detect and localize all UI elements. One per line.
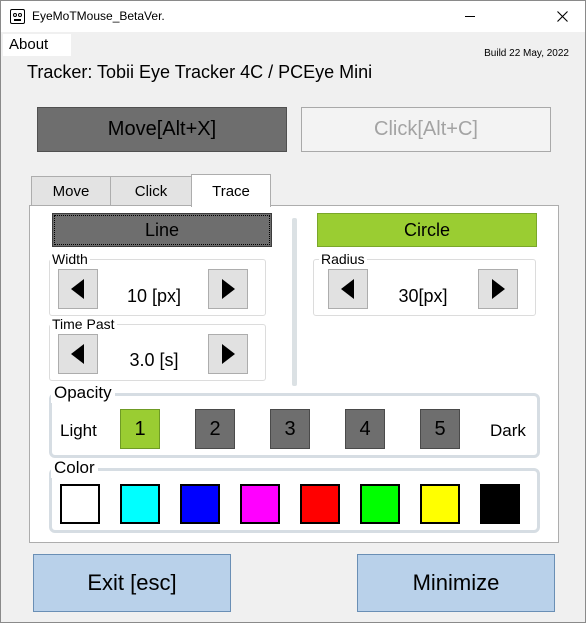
arrow-left-icon [71,279,84,299]
width-decrease-button[interactable] [58,269,98,309]
arrow-left-icon [71,344,84,364]
time-past-label: Time Past [50,316,117,332]
arrow-left-icon [341,279,354,299]
build-info: Build 22 May, 2022 [484,48,569,59]
time-past-value: 3.0 [s] [129,350,179,370]
exit-button[interactable]: Exit [esc] [33,554,231,612]
width-value: 10 [px] [126,286,182,306]
opacity-5-button[interactable]: 5 [420,409,460,449]
opacity-dark-label: Dark [490,421,526,440]
arrow-right-icon [222,344,235,364]
opacity-2-button[interactable]: 2 [195,409,235,449]
color-swatch-blue[interactable] [180,484,220,524]
title-bar: EyeMoTMouse_BetaVer. [1,1,585,32]
color-swatch-yellow[interactable] [420,484,460,524]
close-window-icon[interactable] [539,1,585,32]
color-swatch-cyan[interactable] [120,484,160,524]
time-past-increase-button[interactable] [208,334,248,374]
opacity-3-button[interactable]: 3 [270,409,310,449]
radius-decrease-button[interactable] [328,269,368,309]
radius-increase-button[interactable] [478,269,518,309]
time-past-decrease-button[interactable] [58,334,98,374]
radius-value: 30[px] [398,286,448,306]
opacity-1-button[interactable]: 1 [120,409,160,449]
radius-label: Radius [319,251,367,267]
window-title: EyeMoTMouse_BetaVer. [32,9,165,23]
menu-about[interactable]: About [3,34,71,56]
opacity-light-label: Light [60,421,97,440]
color-swatch-red[interactable] [300,484,340,524]
tab-move[interactable]: Move [31,176,111,206]
color-swatch-green[interactable] [360,484,400,524]
vertical-divider [292,218,297,386]
color-swatch-magenta[interactable] [240,484,280,524]
opacity-4-button[interactable]: 4 [345,409,385,449]
tab-click[interactable]: Click [110,176,192,206]
app-window: EyeMoTMouse_BetaVer. About Build 22 May,… [0,0,586,623]
click-mode-button[interactable]: Click[Alt+C] [301,107,551,152]
arrow-right-icon [492,279,505,299]
arrow-right-icon [222,279,235,299]
move-mode-button[interactable]: Move[Alt+X] [37,107,287,152]
minimize-button[interactable]: Minimize [357,554,555,612]
color-swatch-black[interactable] [480,484,520,524]
opacity-label: Opacity [51,383,115,403]
circle-button[interactable]: Circle [317,213,537,247]
width-label: Width [50,251,90,267]
app-face-icon [10,9,25,24]
minimize-window-icon[interactable] [447,1,493,32]
tracker-info: Tracker: Tobii Eye Tracker 4C / PCEye Mi… [27,62,373,82]
color-label: Color [51,458,98,478]
line-button[interactable]: Line [52,213,272,247]
tab-trace[interactable]: Trace [191,174,271,207]
color-swatch-white[interactable] [60,484,100,524]
width-increase-button[interactable] [208,269,248,309]
